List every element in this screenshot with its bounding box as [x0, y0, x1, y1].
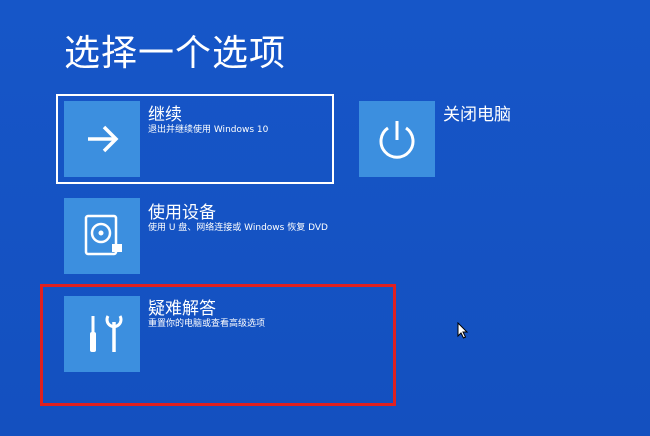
arrow-right-icon	[64, 101, 140, 177]
power-icon	[359, 101, 435, 177]
option-use-device-description: 使用 U 盘、网络连接或 Windows 恢复 DVD	[148, 223, 328, 233]
option-use-device-title: 使用设备	[148, 203, 216, 223]
option-continue-description: 退出并继续使用 Windows 10	[148, 125, 269, 135]
highlight-box	[40, 284, 396, 406]
option-shutdown-title: 关闭电脑	[443, 105, 511, 125]
recovery-screen: 选择一个选项 继续 退出并继续使用 Windows 10 关闭电脑 使用设备 使…	[0, 0, 650, 436]
option-continue-title: 继续	[148, 105, 182, 125]
mouse-cursor-icon	[457, 321, 469, 344]
page-title: 选择一个选项	[64, 33, 287, 74]
disc-drive-icon	[64, 198, 140, 274]
